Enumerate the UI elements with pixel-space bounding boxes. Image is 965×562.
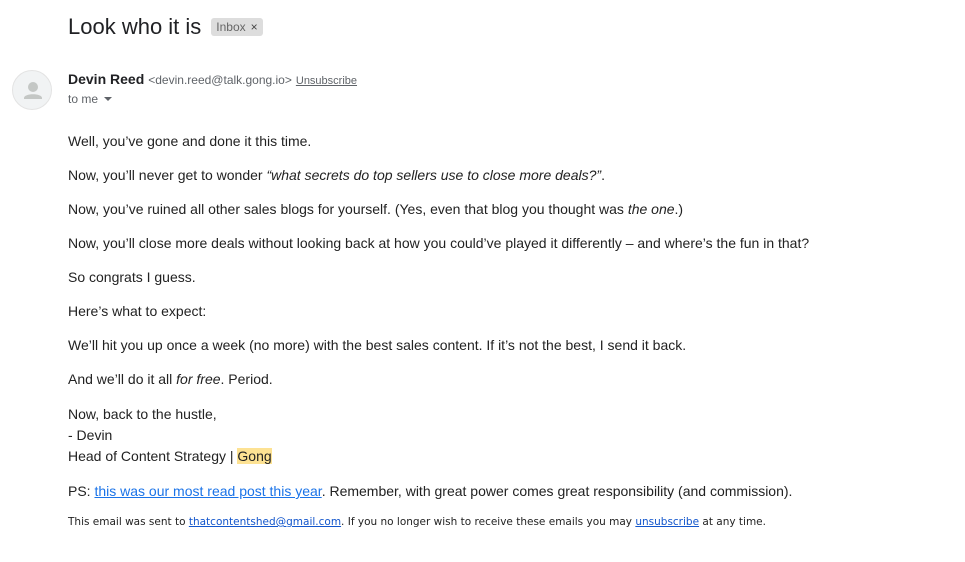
postscript: PS: this was our most read post this yea… <box>68 483 793 499</box>
paragraph: Now, you’ll never get to wonder “what se… <box>68 167 605 183</box>
paragraph: Now, you’ve ruined all other sales blogs… <box>68 201 684 217</box>
email-subject: Look who it is <box>68 14 202 39</box>
paragraph: And we’ll do it all for free. Period. <box>68 371 273 387</box>
most-read-post-link[interactable]: this was our most read post this year <box>94 483 321 499</box>
recipient-text: to me <box>68 92 99 106</box>
paragraph: Well, you’ve gone and done it this time. <box>68 133 312 149</box>
sender-email: <devin.reed@talk.gong.io> <box>148 73 292 87</box>
label-text: Inbox <box>216 20 246 34</box>
remove-label-icon[interactable]: × <box>251 20 258 34</box>
sender-info: Devin Reed <devin.reed@talk.gong.io> Uns… <box>68 71 357 87</box>
paragraph: Now, you’ll close more deals without loo… <box>68 235 810 251</box>
signature-line: Now, back to the hustle, <box>68 406 217 422</box>
sender-avatar[interactable] <box>12 70 52 110</box>
sender-name[interactable]: Devin Reed <box>68 71 144 87</box>
footer-unsubscribe-link[interactable]: unsubscribe <box>635 516 699 528</box>
email-body: Well, you’ve gone and done it this time.… <box>68 132 948 516</box>
signature: Now, back to the hustle, - Devin Head of… <box>68 404 948 467</box>
inbox-label-chip[interactable]: Inbox × <box>211 18 263 36</box>
email-header: Look who it is Inbox × <box>68 14 263 40</box>
paragraph: We’ll hit you up once a week (no more) w… <box>68 337 687 353</box>
signature-line: - Devin <box>68 427 113 443</box>
unsubscribe-link[interactable]: Unsubscribe <box>296 75 357 87</box>
recipient-details[interactable]: to me <box>68 92 113 106</box>
paragraph: So congrats I guess. <box>68 269 196 285</box>
chevron-down-icon[interactable] <box>104 97 113 101</box>
signature-line: Head of Content Strategy | <box>68 448 238 464</box>
email-footer: This email was sent to thatcontentshed@g… <box>68 516 766 528</box>
paragraph: Here’s what to expect: <box>68 303 207 319</box>
highlighted-brand: Gong <box>237 448 272 464</box>
person-icon <box>24 82 42 99</box>
recipient-email-link[interactable]: thatcontentshed@gmail.com <box>189 516 341 528</box>
